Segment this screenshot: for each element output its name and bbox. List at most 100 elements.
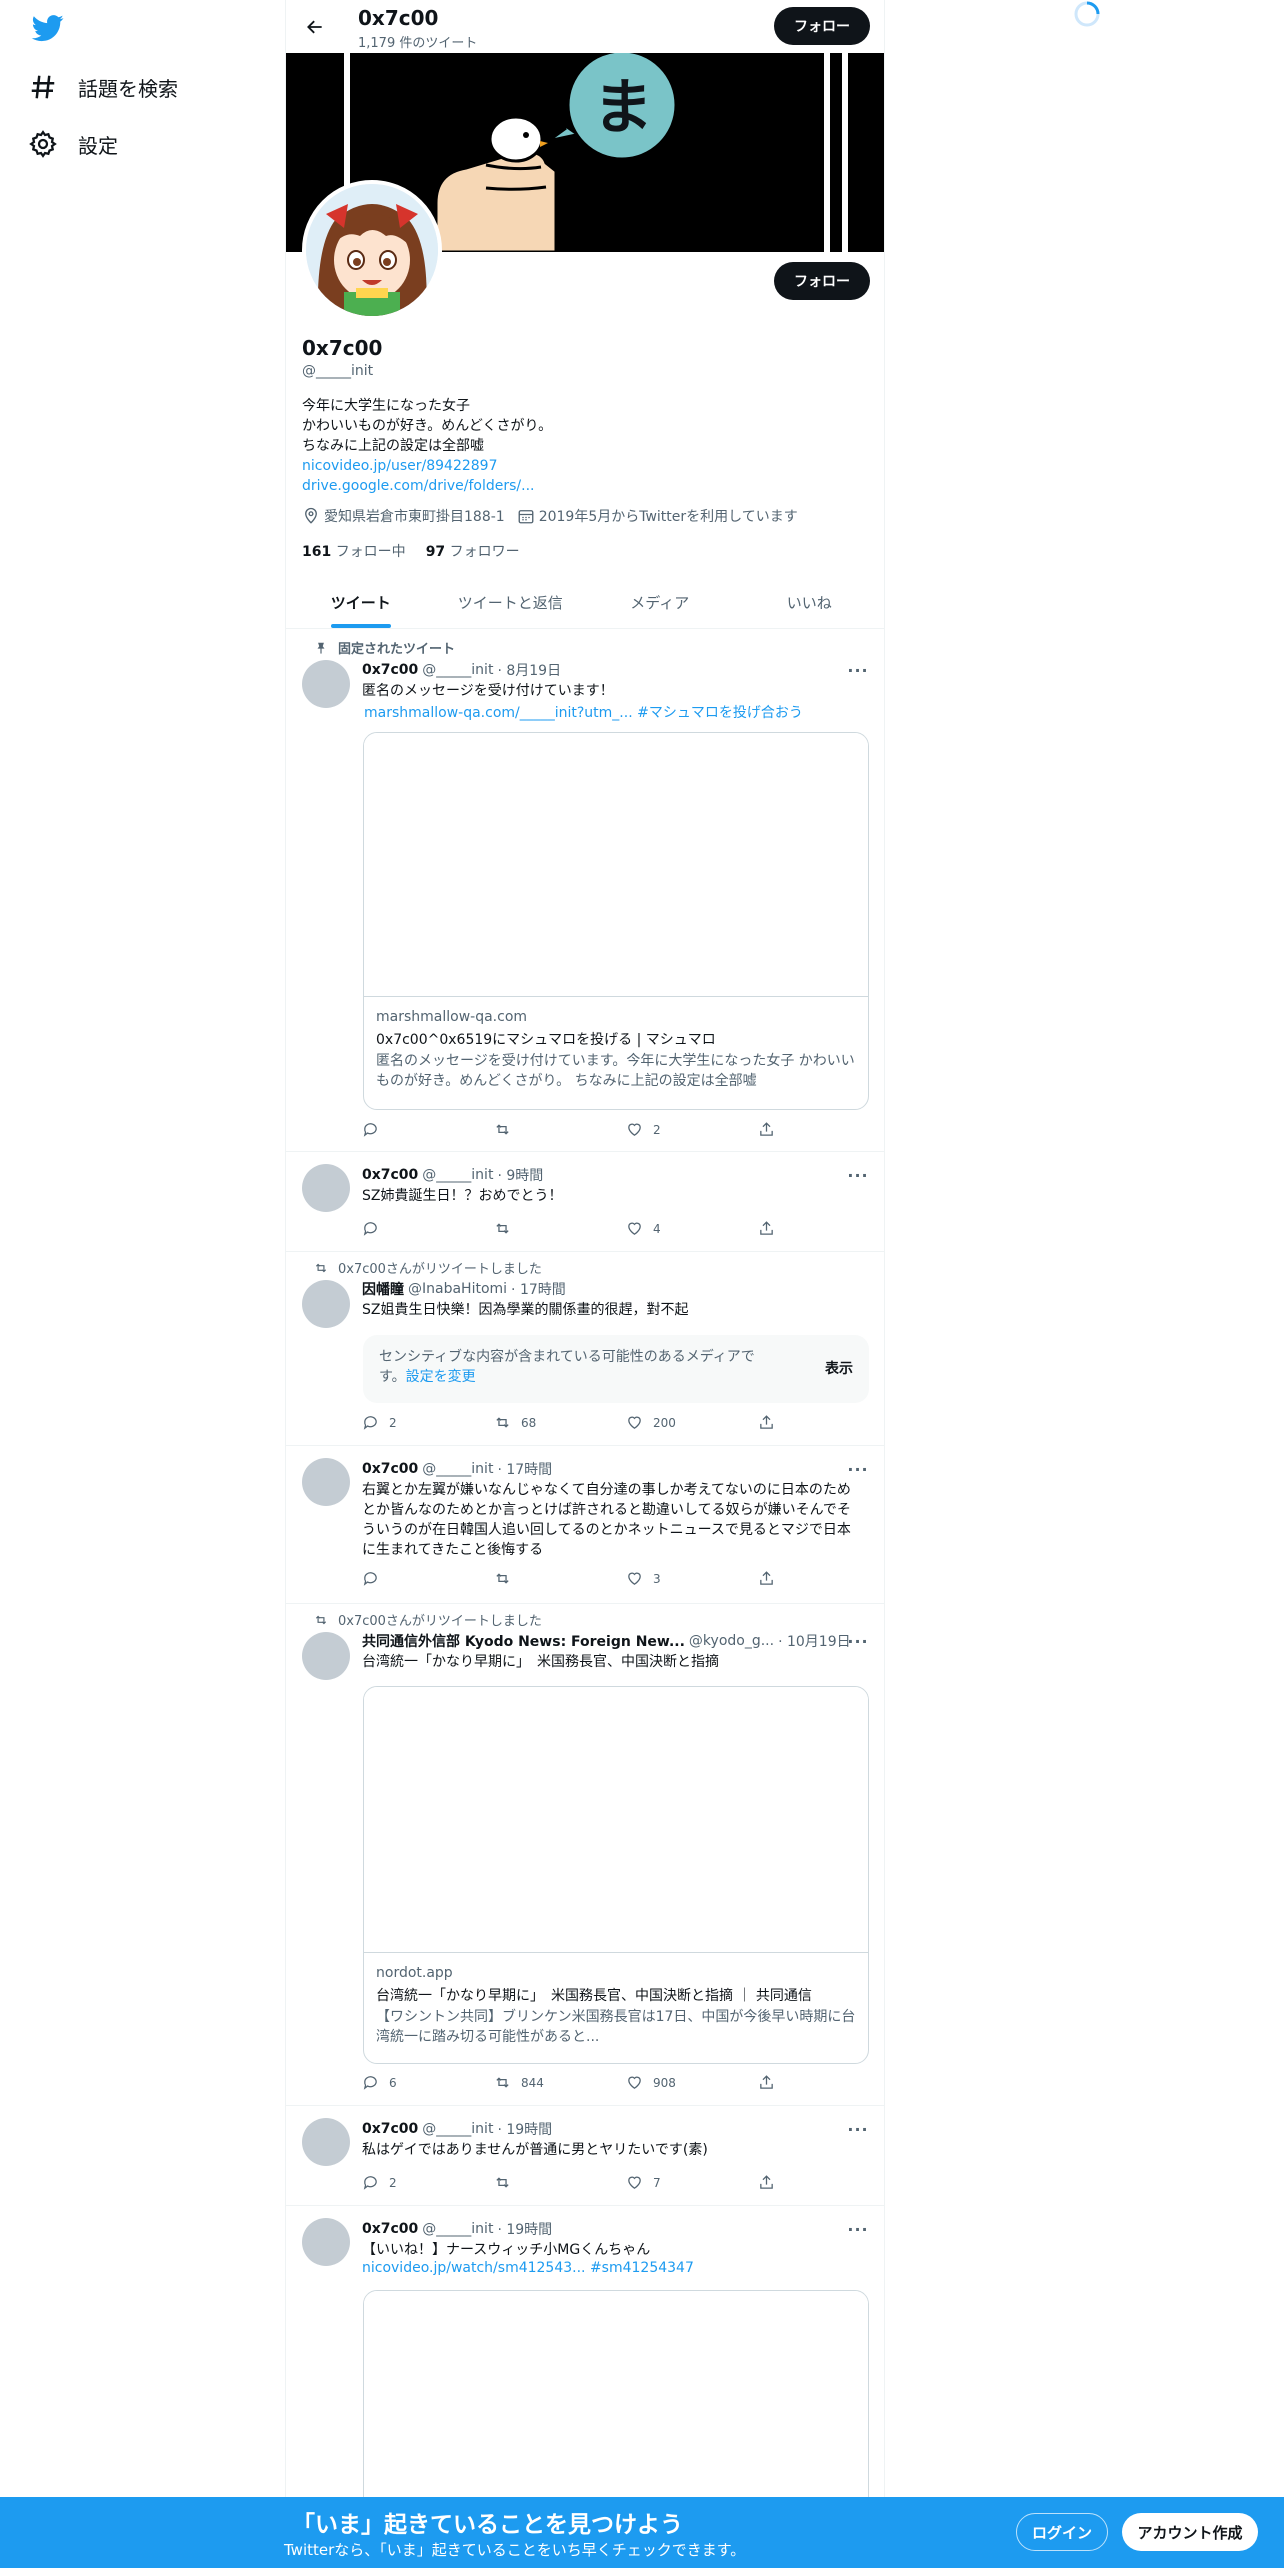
signup-button[interactable]: アカウント作成 [1122,2513,1258,2551]
retweet-icon [496,1573,509,1584]
retweet-button[interactable] [494,2174,626,2191]
tweet-actions: 6 844 908 [362,2074,802,2091]
retweet-button[interactable] [494,1121,626,1138]
avatar[interactable] [302,2118,350,2166]
card-title: 台湾統一「かなり早期に」 米国務長官、中国決断と指摘 ｜ 共同通信 [376,1988,812,2004]
following-link[interactable]: 161 フォロー中 [302,541,406,561]
author-name[interactable]: 0x7c00 [362,1461,418,1477]
tweet-actions: 3 [362,1570,802,1587]
more-icon[interactable]: ··· [847,1632,868,1651]
avatar[interactable] [302,1280,350,1328]
more-icon[interactable]: ··· [847,1460,868,1479]
share-icon [760,1221,773,1235]
author-handle[interactable]: @kyodo_g... [689,1633,774,1649]
author-name[interactable]: 0x7c00 [362,2121,418,2137]
card-title: 0x7c00^0x6519にマシュマロを投げる | マシュマロ [376,1032,716,1048]
tweet[interactable]: 固定されたツイート 0x7c00 @_____init · 8月19日 ··· … [286,630,884,1152]
follow-stats: 161 フォロー中 97 フォロワー [302,541,520,561]
reply-button[interactable] [362,1121,494,1138]
share-icon [760,1415,773,1429]
tab-tweets[interactable]: ツイート [286,577,436,628]
social-context-text[interactable]: 0x7c00さんがリツイートしました [338,1258,542,1277]
sidebar-item-explore[interactable]: 話題を検索 [28,63,178,111]
reply-button[interactable] [362,1570,494,1587]
retweet-button[interactable] [494,1570,626,1587]
avatar[interactable] [302,1164,350,1212]
author-handle[interactable]: @_____init [422,2221,493,2237]
tab-tweets-replies[interactable]: ツイートと返信 [436,577,586,628]
retweet-button[interactable]: 844 [494,2074,626,2091]
share-button[interactable] [758,2074,798,2091]
avatar[interactable] [302,2218,350,2266]
tab-likes[interactable]: いいね [735,577,885,628]
like-button[interactable]: 4 [626,1220,758,1237]
tweet-actions: 4 [362,1220,802,1237]
author-handle[interactable]: @InabaHitomi [408,1281,507,1297]
like-button[interactable]: 7 [626,2174,758,2191]
back-button[interactable] [300,12,330,42]
like-button[interactable]: 908 [626,2074,758,2091]
more-icon[interactable]: ··· [847,661,868,680]
author-handle[interactable]: @_____init [422,1167,493,1183]
share-button[interactable] [758,1414,798,1431]
tweet[interactable]: 0x7c00さんがリツイートしました 因幡瞳 @InabaHitomi · 17… [286,1252,884,1446]
bio-link-drive[interactable]: drive.google.com/drive/folders/... [302,476,862,496]
tweet[interactable]: 0x7c00 @_____init · 17時間 ··· 右翼とか左翼が嫌いなん… [286,1446,884,1604]
login-button[interactable]: ログイン [1016,2513,1108,2551]
link-card[interactable]: nordot.app 台湾統一「かなり早期に」 米国務長官、中国決断と指摘 ｜ … [363,1686,869,2064]
bio-link-nicovideo[interactable]: nicovideo.jp/user/89422897 [302,456,862,476]
tweet-time[interactable]: · 9時間 [497,1165,543,1185]
retweet-button[interactable]: 68 [494,1414,626,1431]
share-button[interactable] [758,1570,798,1587]
profile-avatar[interactable] [302,180,442,320]
tweet-link[interactable]: marshmallow-qa.com/_____init?utm_... #マシ… [364,702,803,722]
retweet-button[interactable] [494,1220,626,1237]
tweet[interactable]: 0x7c00さんがリツイートしました 共同通信外信部 Kyodo News: F… [286,1604,884,2106]
author-handle[interactable]: @_____init [422,662,493,678]
author-name[interactable]: 0x7c00 [362,1167,418,1183]
author-name[interactable]: 0x7c00 [362,662,418,678]
like-button[interactable]: 200 [626,1414,758,1431]
tweet[interactable]: 0x7c00 @_____init · 19時間 ··· 私はゲイではありません… [286,2106,884,2206]
following-label: フォロー中 [335,544,406,560]
author-name[interactable]: 共同通信外信部 Kyodo News: Foreign New... [362,1631,685,1651]
tweet-time[interactable]: · 19時間 [497,2219,552,2239]
like-button[interactable]: 2 [626,1121,758,1138]
share-button[interactable] [758,1121,798,1138]
tweet-time[interactable]: · 17時間 [511,1279,566,1299]
link-card[interactable]: marshmallow-qa.com 0x7c00^0x6519にマシュマロを投… [363,732,869,1110]
tweet-time[interactable]: · 19時間 [497,2119,552,2139]
avatar[interactable] [302,1632,350,1680]
reply-button[interactable]: 2 [362,2174,494,2191]
tweet-time[interactable]: · 8月19日 [497,660,561,680]
more-icon[interactable]: ··· [847,2120,868,2139]
show-media-button[interactable]: 表示 [825,1358,853,1378]
tweet[interactable]: 0x7c00 @_____init · 9時間 ··· SZ姉貴誕生日！？おめで… [286,1152,884,1252]
avatar[interactable] [302,660,350,708]
author-name[interactable]: 0x7c00 [362,2221,418,2237]
change-settings-link[interactable]: 設定を変更 [406,1369,476,1385]
author-name[interactable]: 因幡瞳 [362,1279,404,1299]
profile-follow-button[interactable]: フォロー [774,262,870,300]
author-handle[interactable]: @_____init [422,1461,493,1477]
twitter-logo-icon[interactable] [30,12,66,44]
sidebar-item-settings[interactable]: 設定 [28,120,118,168]
more-icon[interactable]: ··· [847,1166,868,1185]
tweet-link[interactable]: nicovideo.jp/watch/sm412543... #sm412543… [362,2260,694,2276]
header-follow-button[interactable]: フォロー [774,7,870,45]
reply-button[interactable] [362,1220,494,1237]
profile-handle: @_____init [302,363,374,379]
reply-button[interactable]: 6 [362,2074,494,2091]
like-button[interactable]: 3 [626,1570,758,1587]
share-button[interactable] [758,2174,798,2191]
tweet-time[interactable]: · 17時間 [497,1459,552,1479]
author-handle[interactable]: @_____init [422,2121,493,2137]
followers-link[interactable]: 97 フォロワー [426,541,520,561]
tweet-time[interactable]: · 10月19日 [778,1631,851,1651]
social-context-text[interactable]: 0x7c00さんがリツイートしました [338,1610,542,1629]
avatar[interactable] [302,1458,350,1506]
share-button[interactable] [758,1220,798,1237]
tab-media[interactable]: メディア [585,577,735,628]
more-icon[interactable]: ··· [847,2220,868,2239]
reply-button[interactable]: 2 [362,1414,494,1431]
